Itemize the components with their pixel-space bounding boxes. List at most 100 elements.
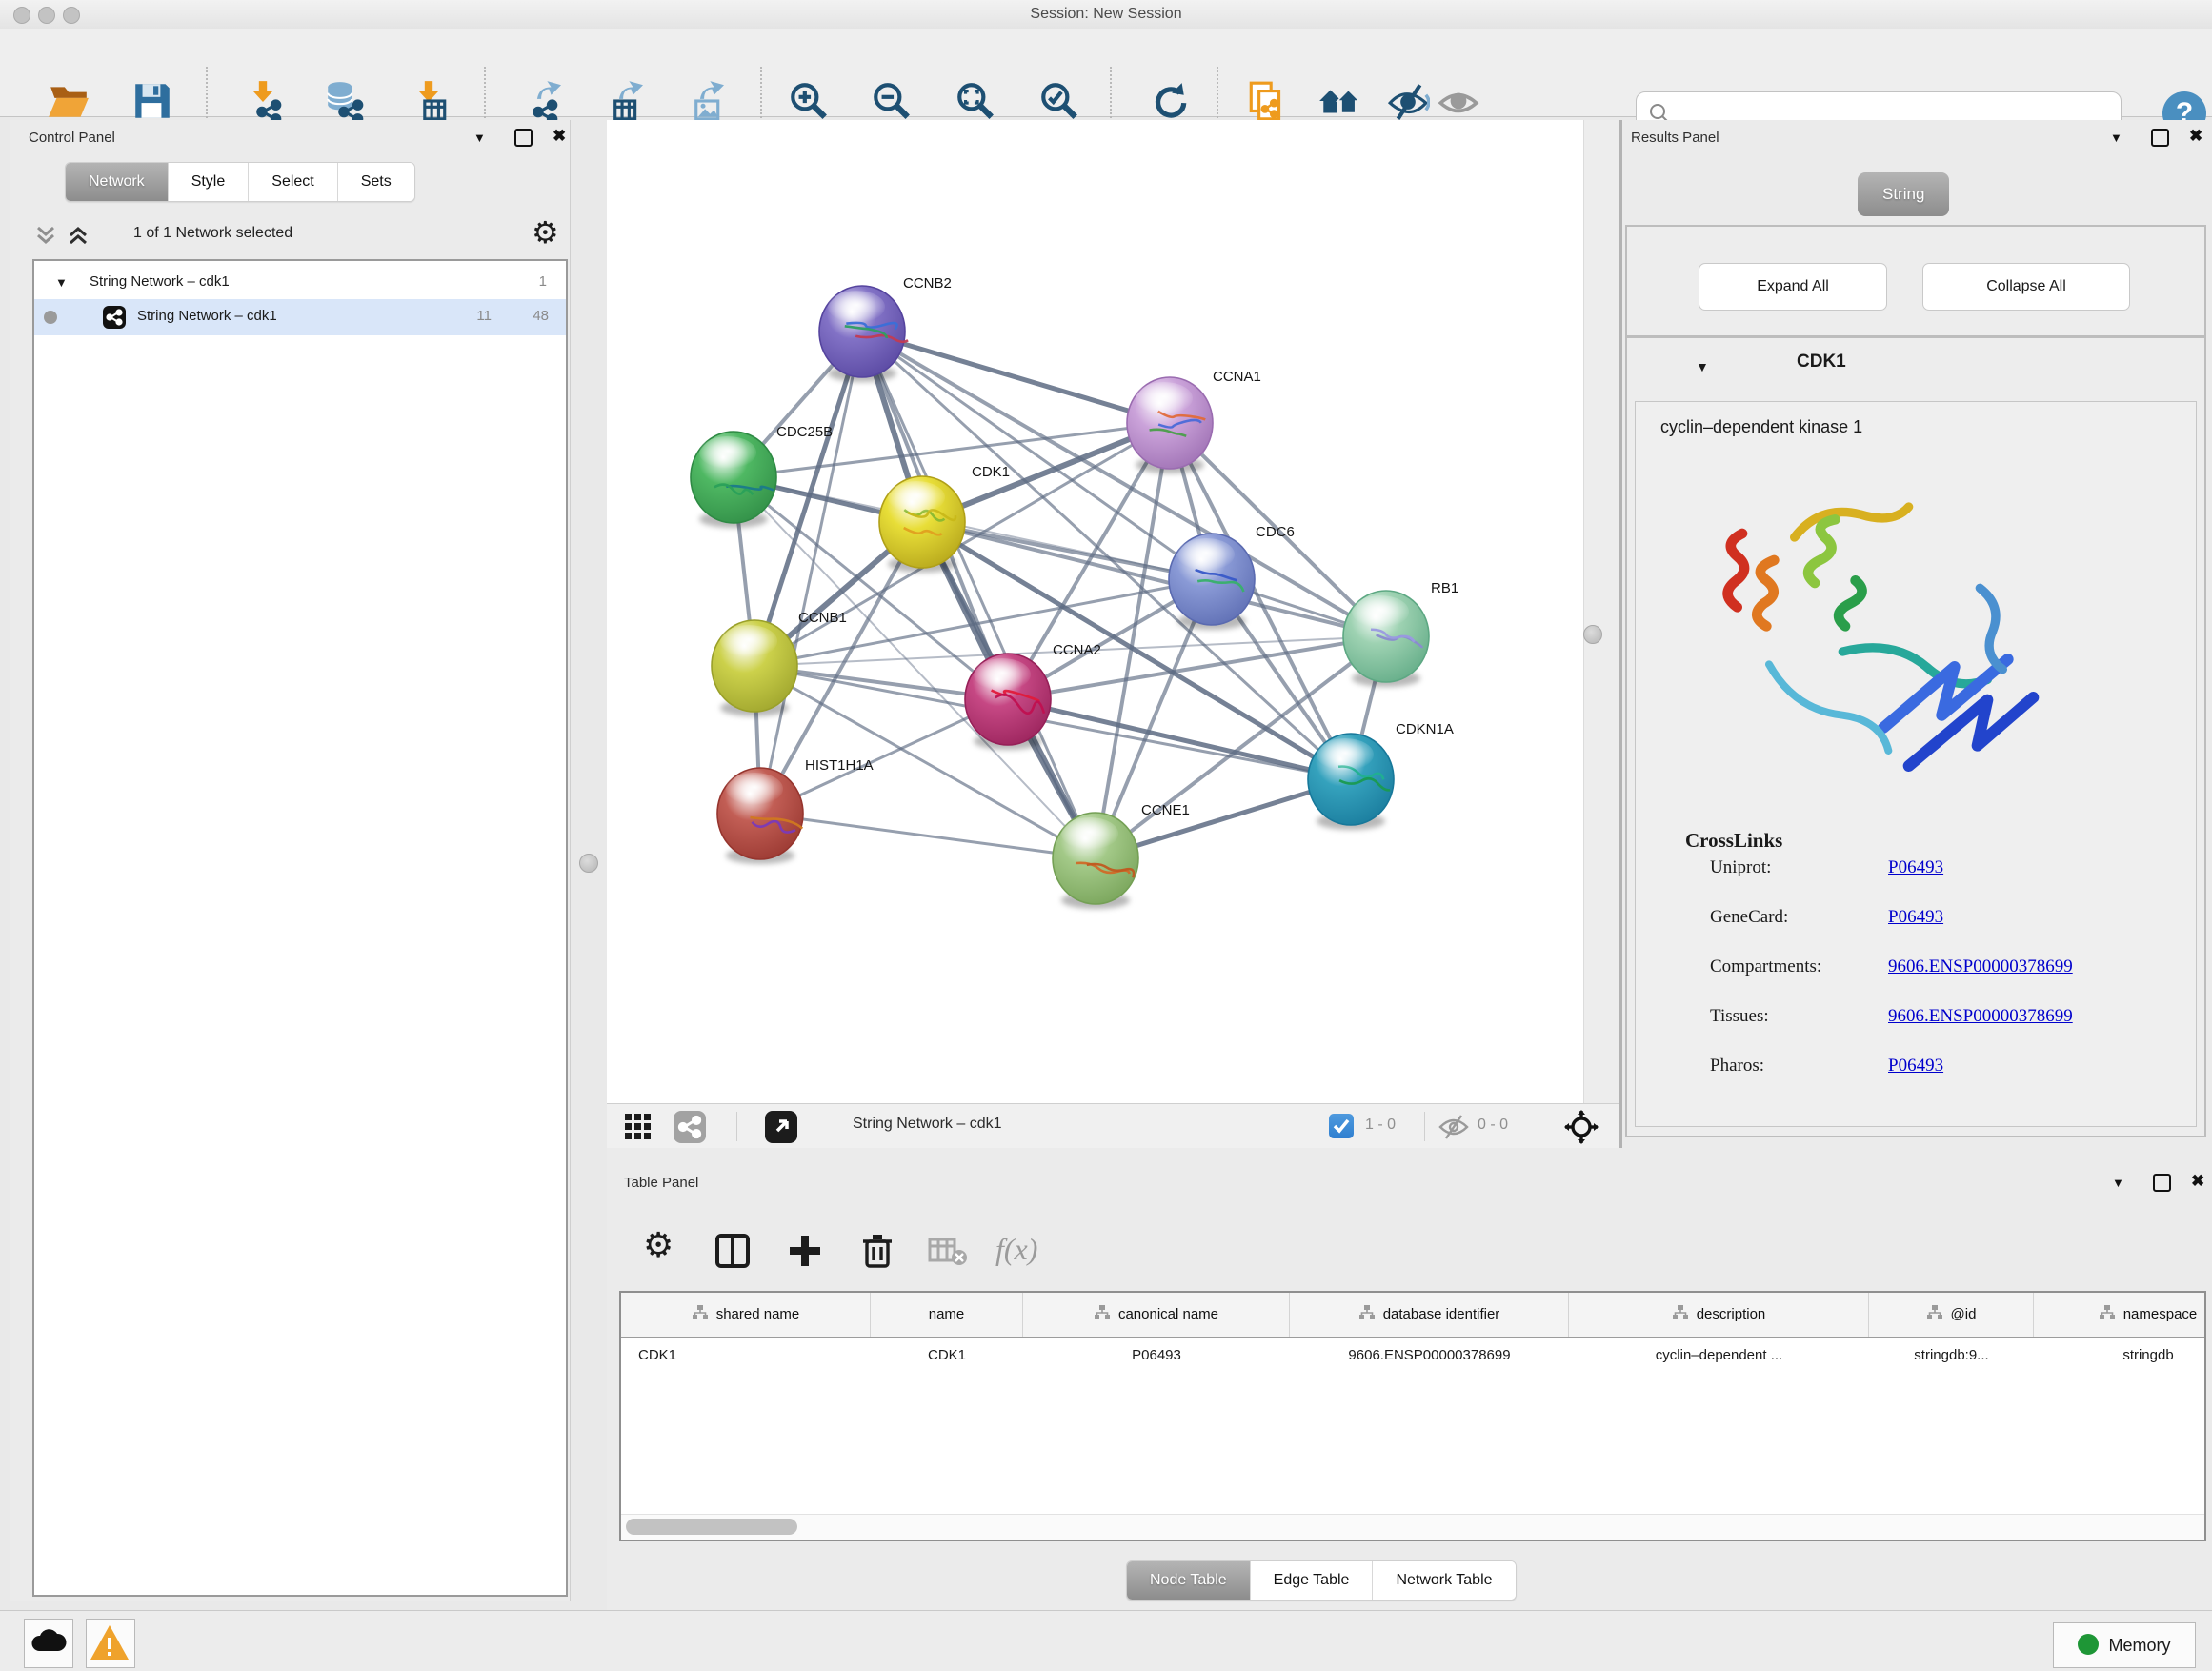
node-CDK1[interactable]: CDK1 [879,464,1010,573]
panel-close-icon[interactable]: ✖ [2189,127,2202,146]
cell-database-identifier[interactable]: 9606.ENSP00000378699 [1290,1337,1569,1375]
network-canvas[interactable]: CCNB2CCNA1CDC25BCDK1CDC6RB1CCNB1CCNA2CDK… [607,120,1583,1103]
table-header: shared namenamecanonical namedatabase id… [621,1293,2206,1338]
expand-all-button[interactable]: Expand All [1699,263,1887,311]
export-image-icon[interactable] [680,79,724,123]
table-horizontal-scrollbar[interactable] [621,1514,2204,1540]
import-database-icon[interactable] [323,79,367,123]
copy-network-icon[interactable] [1245,79,1289,123]
tab-select[interactable]: Select [249,163,337,201]
import-network-icon[interactable] [241,79,285,123]
cell-namespace[interactable]: stringdb [2034,1337,2206,1375]
crosslink-link[interactable]: P06493 [1888,1056,1943,1077]
scrollbar-thumb[interactable] [626,1519,797,1535]
node-HIST1H1A[interactable]: HIST1H1A [717,757,874,864]
center-view-icon[interactable] [1564,1110,1599,1149]
table-row[interactable]: CDK1CDK1P064939606.ENSP00000378699cyclin… [621,1337,2206,1375]
network-share-icon[interactable] [674,1111,706,1143]
collapse-all-icon[interactable] [34,223,57,252]
panel-close-icon[interactable]: ✖ [2191,1172,2204,1191]
column-header--id[interactable]: @id [1869,1293,2034,1337]
panel-maximize-icon[interactable] [2151,129,2169,147]
hide-panel-icon[interactable] [1386,79,1430,123]
edge-HIST1H1A-CCNE1[interactable] [760,814,1096,858]
panel-float-icon[interactable]: ▼ [2112,1176,2124,1190]
tab-network-table[interactable]: Network Table [1373,1561,1515,1600]
export-table-icon[interactable] [599,79,643,123]
grid-view-icon[interactable] [624,1113,653,1146]
home-icon[interactable] [1317,79,1361,123]
panel-maximize-icon[interactable] [2153,1174,2171,1192]
node-CDC25B[interactable]: CDC25B [691,424,833,528]
collection-expander-icon[interactable]: ▼ [55,275,68,290]
show-columns-icon[interactable] [714,1232,752,1275]
splitter-handle-right[interactable] [1583,625,1602,644]
hidden-eye-icon[interactable] [1438,1113,1470,1146]
edge-CCNB2-HIST1H1A[interactable] [760,332,862,814]
collapse-all-button[interactable]: Collapse All [1922,263,2130,311]
node-CCNA1[interactable]: CCNA1 [1127,369,1261,473]
open-session-icon[interactable] [47,79,90,123]
zoom-in-icon[interactable] [787,79,831,123]
import-table-icon[interactable] [407,79,451,123]
cloud-icon [25,1620,70,1665]
section-collapse-icon[interactable]: ▼ [1696,359,1709,374]
edge-CCNB2-CCNA1[interactable] [862,332,1170,423]
refresh-icon[interactable] [1146,79,1190,123]
column-header-shared-name[interactable]: shared name [621,1293,871,1337]
cell-description[interactable]: cyclin–dependent ... [1569,1337,1869,1375]
show-panel-icon[interactable] [1437,79,1480,123]
zoom-selected-icon[interactable] [1037,79,1081,123]
panel-maximize-icon[interactable] [514,129,533,147]
column-header-name[interactable]: name [871,1293,1023,1337]
crosslink-link[interactable]: P06493 [1888,857,1943,878]
crosslink-label: GeneCard: [1710,907,1788,928]
node-CDC6[interactable]: CDC6 [1169,524,1295,630]
panel-float-icon[interactable]: ▼ [2110,131,2122,145]
panel-close-icon[interactable]: ✖ [553,127,566,146]
cell-canonical-name[interactable]: P06493 [1023,1337,1290,1375]
collection-count: 1 [539,273,547,290]
add-column-icon[interactable] [786,1232,824,1275]
node-RB1[interactable]: RB1 [1343,580,1458,687]
tab-edge-table[interactable]: Edge Table [1251,1561,1374,1600]
cell-name[interactable]: CDK1 [871,1337,1023,1375]
column-header-namespace[interactable]: namespace [2034,1293,2206,1337]
tab-string[interactable]: String [1858,172,1949,216]
network-options-gear-icon[interactable]: ⚙ [532,214,559,251]
expand-all-icon[interactable] [67,223,90,252]
edge-CCNA2-CDKN1A[interactable] [1008,699,1351,779]
crosslink-link[interactable]: 9606.ENSP00000378699 [1888,1006,2073,1027]
column-header-canonical-name[interactable]: canonical name [1023,1293,1290,1337]
table-options-gear-icon[interactable]: ⚙ [643,1226,674,1265]
delete-column-icon[interactable] [858,1232,896,1275]
splitter-handle-left[interactable] [579,854,598,873]
network-row-selected[interactable]: String Network – cdk1 11 48 [34,299,566,335]
export-network-icon[interactable] [517,79,561,123]
network-vertical-scrollbar[interactable] [1583,120,1620,1103]
column-header-database-identifier[interactable]: database identifier [1290,1293,1569,1337]
tab-sets[interactable]: Sets [338,163,414,201]
selected-checkbox-icon[interactable] [1329,1114,1354,1138]
column-header-description[interactable]: description [1569,1293,1869,1337]
tab-network[interactable]: Network [66,163,169,201]
network-collection-row[interactable]: ▼ String Network – cdk1 1 [34,267,566,301]
panel-float-icon[interactable]: ▼ [473,131,486,145]
warnings-button[interactable] [86,1619,135,1668]
zoom-fit-icon[interactable] [954,79,997,123]
network-selected-status: 1 of 1 Network selected [133,225,292,242]
cell-shared-name[interactable]: CDK1 [621,1337,871,1375]
crosslink-link[interactable]: P06493 [1888,907,1943,928]
cell--id[interactable]: stringdb:9... [1869,1337,2034,1375]
network-current-dot-icon [44,311,57,324]
save-session-icon[interactable] [131,79,174,123]
node-CCNB2[interactable]: CCNB2 [819,275,952,382]
memory-button[interactable]: Memory [2053,1622,2196,1668]
tab-style[interactable]: Style [169,163,250,201]
edge-CCNB2-CCNE1[interactable] [862,332,1096,858]
cloud-status-button[interactable] [24,1619,73,1668]
birds-eye-view-icon[interactable] [765,1111,797,1143]
zoom-out-icon[interactable] [870,79,914,123]
tab-node-table[interactable]: Node Table [1127,1561,1251,1600]
crosslink-link[interactable]: 9606.ENSP00000378699 [1888,956,2073,977]
